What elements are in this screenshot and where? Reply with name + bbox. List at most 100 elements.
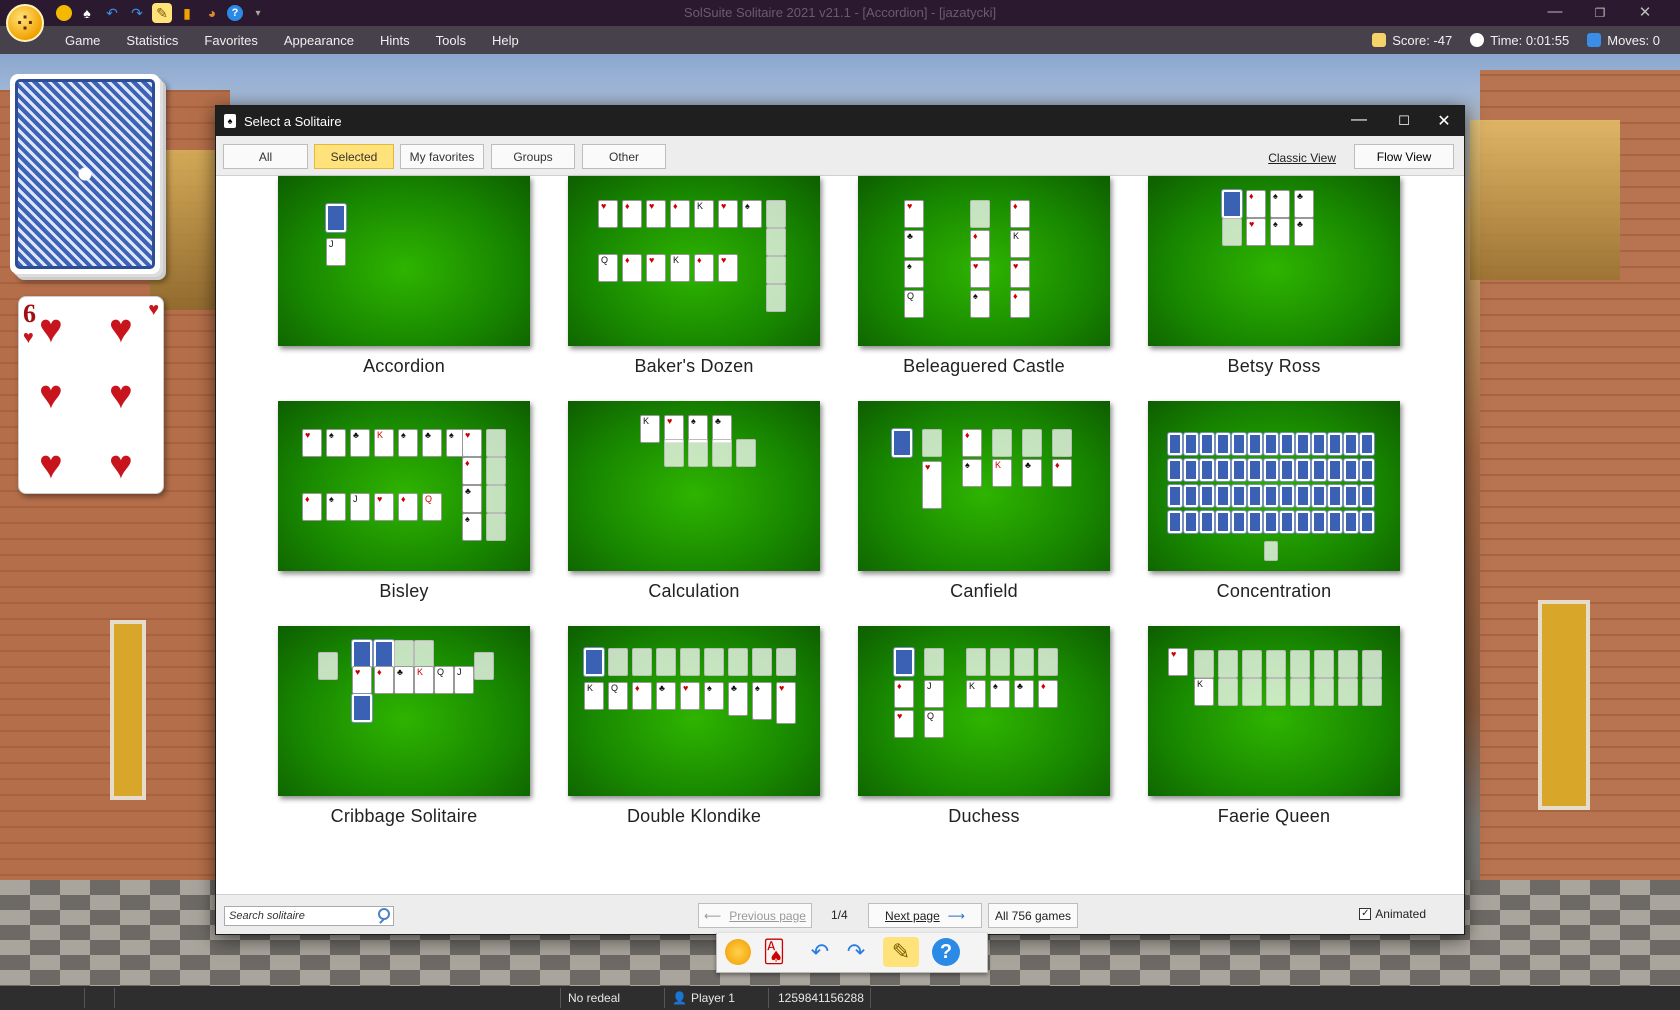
game-tile-accordion[interactable]: J Accordion [278,176,530,377]
stock-pile[interactable] [10,74,160,274]
six-of-hearts-card[interactable]: 6 ♥ ♥ ♥ ♥ ♥ ♥ ♥ ♥ [18,296,164,494]
menu-tools[interactable]: Tools [436,33,466,48]
flow-view-button[interactable]: Flow View [1354,144,1454,169]
foundation-slot [1022,429,1042,457]
foundation-slot [766,228,786,256]
close-icon[interactable]: ✕ [1625,3,1665,21]
mini-card: ♦ [398,493,418,521]
tab-other[interactable]: Other [582,144,666,169]
mini-card: ♠ [704,682,724,710]
game-tile-faerie-queen[interactable]: ♥ K Faerie Queen [1148,626,1400,827]
foundation-slot [1222,218,1242,246]
dialog-close-icon[interactable]: ✕ [1429,111,1459,131]
help-icon[interactable]: ? [931,937,961,967]
game-tile-concentration[interactable]: Concentration [1148,401,1400,602]
next-page-label: Next page [885,908,940,923]
foundation-slot [1338,678,1358,706]
game-thumbnail: ♥ K [1148,626,1400,796]
game-tile-canfield[interactable]: ♦ ♥ ♠ K ♣ ♦ Canfield [858,401,1110,602]
game-name: Concentration [1216,581,1332,601]
foundation-slot [486,429,506,457]
card-back [1360,459,1374,481]
game-tile-double-klondike[interactable]: K Q ♦ ♣ ♥ ♠ ♣ ♠ ♥ Double Klondike [568,626,820,827]
card-back [1280,485,1294,507]
card-back [374,640,394,668]
dialog-maximize-icon[interactable]: ☐ [1389,113,1419,129]
mini-card: ♥ [922,461,942,509]
tab-selected[interactable]: Selected [314,144,394,169]
status-bar: No redeal 👤 Player 1 1259841156288 [0,986,1680,1010]
menu-help[interactable]: Help [492,33,519,48]
card-back [352,694,372,722]
classic-view-link[interactable]: Classic View [1268,151,1336,165]
menu-hints[interactable]: Hints [380,33,410,48]
foundation-slot [656,648,676,676]
game-tile-calculation[interactable]: K ♥ ♠ ♣ Calculation [568,401,820,602]
waste-slot [1264,541,1278,561]
menu-game[interactable]: Game [65,33,100,48]
select-solitaire-dialog: ♠ Select a Solitaire — ☐ ✕ All Selected … [215,105,1465,935]
status-separator [768,988,769,1008]
menu-bar: Game Statistics Favorites Appearance Hin… [0,26,1680,54]
card-back [1184,511,1198,533]
card-back [1328,511,1342,533]
card-back [1248,459,1262,481]
game-tile-beleaguered-castle[interactable]: ♥ ♦ ♣ ♦ K ♠ ♥ ♥ Q ♠ ♦ Beleaguered Castle [858,176,1110,377]
game-tile-cribbage-solitaire[interactable]: ♥ ♦ ♣ K Q J Cribbage Solitaire [278,626,530,827]
tab-my-favorites[interactable]: My favorites [400,144,484,169]
menu-favorites[interactable]: Favorites [204,33,257,48]
redeal-status: No redeal [568,991,621,1005]
game-tile-bisley[interactable]: ♥ ♠ ♣ K ♠ ♣ ♠ ♥ ♦ ♣ ♠ ♦ ♠ J ♥ ♦ Q Bisley [278,401,530,602]
hint-pencil-icon[interactable]: ✎ [883,937,919,967]
mini-card: J [454,666,474,694]
waste-slot [608,648,628,676]
game-tile-bakers-dozen[interactable]: ♥ ♦ ♥ ♦ K ♥ ♠ Q ♦ ♥ K ♦ ♥ Baker's Dozen [568,176,820,377]
restore-icon[interactable]: ❐ [1580,6,1620,20]
tab-groups[interactable]: Groups [491,144,575,169]
mini-card: ♥ [970,260,990,288]
card-back [1296,511,1310,533]
card-back [1344,485,1358,507]
all-games-button[interactable]: All 756 games [988,903,1078,928]
background-gold-ornament-right [1470,120,1620,280]
card-back [1312,433,1326,455]
foundation-slot [1362,678,1382,706]
previous-page-button[interactable]: ⟵ Previous page [698,903,812,928]
cards-icon[interactable]: 🂡 [759,937,789,967]
foundation-slot [632,648,652,676]
page-indicator: 1/4 [831,908,848,922]
foundation-slot [1242,678,1262,706]
waste-slot [922,429,942,457]
card-back [1312,511,1326,533]
minimize-icon[interactable]: — [1535,3,1575,20]
heart-pip-icon: ♥ [109,307,133,351]
checkbox-checked-icon[interactable]: ✓ [1359,908,1372,920]
undo-icon[interactable]: ↶ [805,937,835,967]
title-bar: ♠ ↶ ↷ ✎ ▮ ◕ ? ▾ SolSuite Solitaire 2021 … [0,0,1680,26]
card-back [1296,433,1310,455]
mini-card: Q [904,290,924,318]
heart-pip-icon: ♥ [109,373,133,417]
menu-appearance[interactable]: Appearance [284,33,354,48]
game-tile-betsy-ross[interactable]: ♦ ♠ ♣ ♥ ♠ ♣ Betsy Ross [1148,176,1400,377]
search-input[interactable]: Search solitaire [224,906,394,926]
search-icon[interactable] [378,908,390,920]
animated-checkbox[interactable]: ✓ Animated [1359,907,1426,921]
card-back [1168,485,1182,507]
mini-card: K [1010,230,1030,258]
dialog-minimize-icon[interactable]: — [1344,111,1374,129]
redo-icon[interactable]: ↷ [841,937,871,967]
next-page-button[interactable]: Next page ⟶ [868,903,982,928]
sun-icon[interactable] [723,937,753,967]
heart-pip-icon: ♥ [109,443,133,487]
tab-all[interactable]: All [223,144,308,169]
game-tile-duchess[interactable]: ♦ J K ♠ ♣ ♦ ♥ Q Duchess [858,626,1110,827]
foundation-slot [1290,650,1310,678]
previous-page-label: Previous page [729,908,806,923]
bottom-dock: 🂡 ↶ ↷ ✎ ? [716,933,988,973]
menu-statistics[interactable]: Statistics [126,33,178,48]
mini-card: ♣ [462,485,482,513]
app-logo-icon[interactable]: ⁘ [6,4,44,42]
player-icon: 👤 [672,991,687,1005]
dialog-footer: Search solitaire ⟵ Previous page 1/4 Nex… [216,894,1464,934]
